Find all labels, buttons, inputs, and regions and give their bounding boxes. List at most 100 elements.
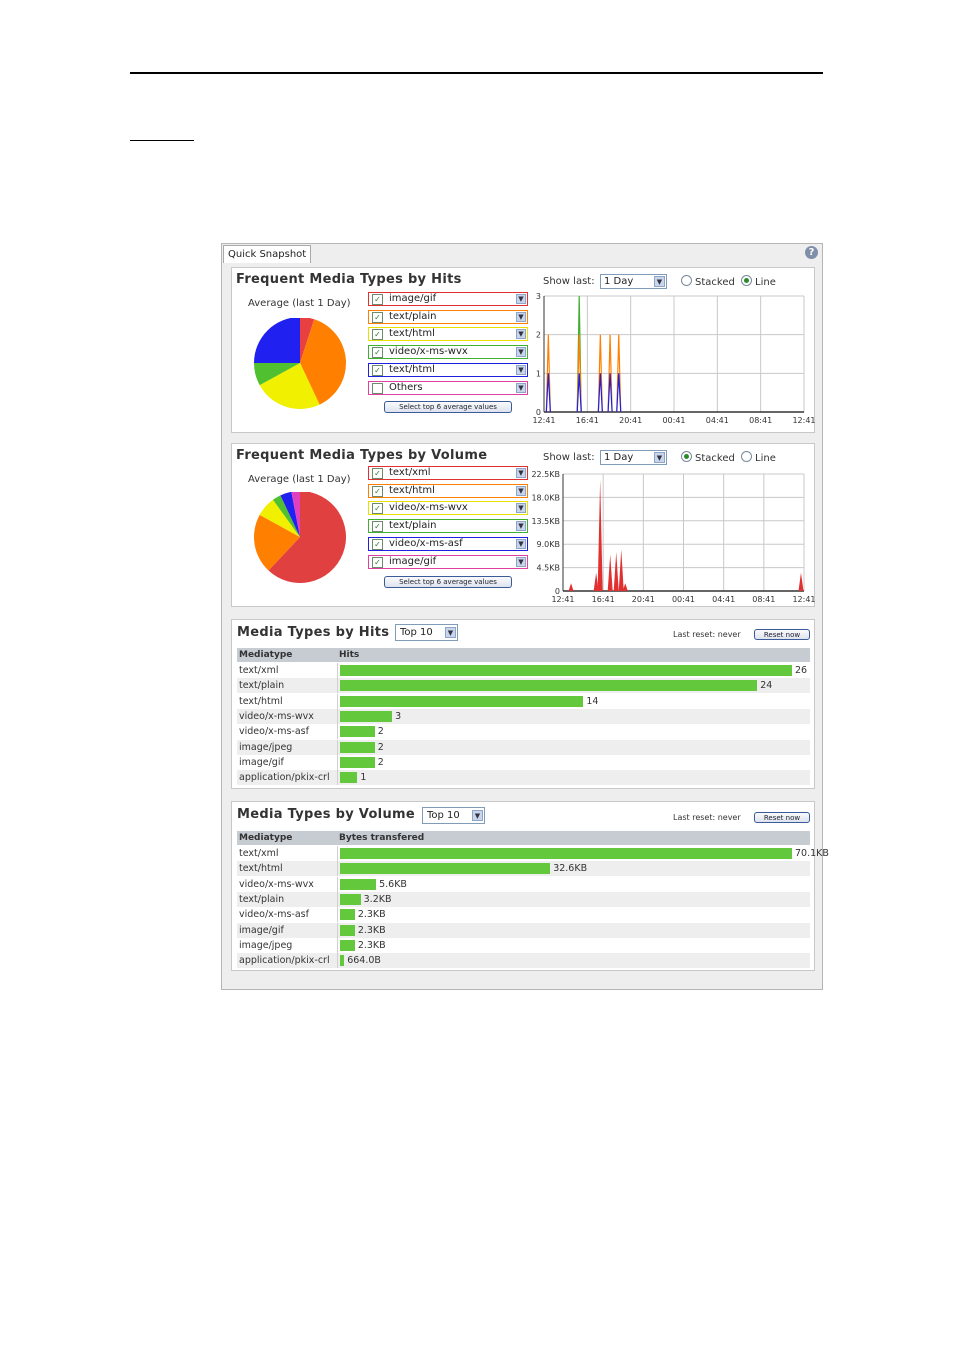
checkbox-checked-icon[interactable]: ✓ [372,347,383,359]
chevron-down-icon: ▼ [516,468,526,478]
volume-table-header: Mediatype Bytes transfered [237,831,810,845]
hits-table-row: image/gif 2 [237,754,810,770]
hits-row-mediatype: text/html [239,695,283,707]
hits-series-select[interactable]: ✓ image/gif ▼ [368,292,528,306]
volume-row-mediatype: application/pkix-crl [239,955,330,967]
volume-x-tick: 20:41 [632,595,655,604]
volume-series-select[interactable]: ✓ image/gif ▼ [368,554,528,569]
volume-show-last-label: Show last: [543,452,595,463]
volume-series-select[interactable]: ✓ video/x-ms-wvx ▼ [368,501,528,516]
checkbox-checked-icon[interactable]: ✓ [372,364,383,376]
hits-table-header: Mediatype Hits [237,648,810,662]
volume-area-chart: 12:41 16:41 20:41 00:41 04:41 08:41 12:4104.5K… [532,470,816,604]
hits-line-chart: 12:41 16:41 20:41 00:41 04:41 08:41 12:410123 [532,292,815,425]
volume-row-value: 2.3KB [357,909,386,921]
volume-select-top-button[interactable]: Select top 6 average values [384,576,512,588]
hits-series-select[interactable]: ✓ text/plain ▼ [368,309,528,324]
hits-row-value: 3 [395,710,402,722]
volume-row-value: 2.3KB [357,939,386,951]
hits-series-select[interactable]: ✓ text/html ▼ [368,362,528,377]
hits-col-hits: Hits [339,650,360,660]
volume-last-reset: Last reset: never [673,813,741,822]
tab-quick-snapshot[interactable]: Quick Snapshot [223,245,312,263]
hits-x-tick: 12:41 [532,416,555,425]
hits-table-row: text/plain 24 [237,678,810,694]
hits-row-bar [340,772,358,784]
volume-row-bar [340,955,345,967]
volume-table-panel: Media Types by Volume Top 10 ▼ Last reset… [231,801,829,971]
volume-series-select[interactable]: ✓ text/plain ▼ [368,519,528,534]
volume-series-spike [607,554,613,591]
chevron-down-icon: ▼ [516,329,526,340]
hits-series-select[interactable]: ✓ video/x-ms-wvx ▼ [368,345,528,360]
hits-line-label: Line [755,277,776,288]
volume-series-label: text/xml [389,467,431,478]
radio-selected-icon [741,275,752,286]
volume-y-tick: 9.0KB [537,540,560,549]
chevron-down-icon: ▼ [516,382,526,393]
volume-y-tick: 4.5KB [537,564,560,573]
volume-table-row: application/pkix-crl 664.0B [237,953,810,969]
volume-row-value: 70.1KB [795,848,829,859]
column-divider [337,891,338,907]
hits-line-radio[interactable]: Line [741,275,776,288]
checkbox-icon[interactable] [372,382,383,394]
checkbox-checked-icon[interactable]: ✓ [372,521,383,533]
checkbox-checked-icon[interactable]: ✓ [372,294,383,305]
volume-row-mediatype: text/plain [239,893,285,905]
column-divider [337,663,338,678]
hits-select-top-button[interactable]: Select top 6 average values [384,401,512,413]
volume-series-select[interactable]: ✓ text/html ▼ [368,483,528,498]
volume-reset-button[interactable]: Reset now [754,812,810,823]
hits-row-bar [340,756,375,768]
checkbox-checked-icon[interactable]: ✓ [372,311,383,323]
column-divider [337,861,338,877]
checkbox-checked-icon[interactable]: ✓ [372,538,383,550]
hits-x-tick: 12:41 [792,416,815,425]
checkbox-checked-icon[interactable]: ✓ [372,485,383,497]
volume-row-value: 5.6KB [379,878,407,890]
hits-col-mediatype: Mediatype [239,650,293,660]
volume-show-last-value: 1 Day [604,452,634,463]
hits-series-label: text/html [389,363,435,375]
checkbox-checked-icon[interactable]: ✓ [372,329,383,341]
column-divider [337,876,338,892]
volume-x-tick: 12:41 [792,595,815,604]
column-divider [337,724,338,740]
volume-series-select[interactable]: ✓ text/xml ▼ [368,466,528,480]
column-divider [337,739,338,755]
hits-y-tick: 1 [536,369,541,378]
hits-row-bar [340,741,375,753]
volume-table-row: text/plain 3.2KB [237,891,810,907]
volume-series-select[interactable]: ✓ video/x-ms-asf ▼ [368,536,528,551]
checkbox-checked-icon[interactable]: ✓ [372,503,383,515]
chevron-down-icon: ▼ [516,347,526,358]
hits-series-select[interactable]: ✓ text/html ▼ [368,327,528,342]
hits-row-bar [340,680,758,692]
hits-row-mediatype: image/jpeg [239,741,293,753]
hits-row-value: 26 [795,665,808,676]
hits-x-tick: 00:41 [662,416,685,425]
hits-row-value: 24 [760,680,773,692]
help-icon[interactable]: ? [805,246,818,259]
checkbox-checked-icon[interactable]: ✓ [372,468,383,479]
hits-show-last-select[interactable]: 1 Day ▼ [600,274,667,289]
hits-reset-button[interactable]: Reset now [754,629,810,640]
volume-line-radio[interactable]: Line [741,451,776,464]
hits-stacked-radio[interactable]: Stacked [681,275,735,288]
checkbox-checked-icon[interactable]: ✓ [372,556,383,568]
radio-selected-icon [681,451,692,462]
hits-panel: Frequent Media Types by Hits Average (la… [231,267,816,433]
volume-stacked-radio[interactable]: Stacked [681,451,735,464]
hits-y-tick: 0 [536,408,541,417]
hits-series-select[interactable]: Others ▼ [368,380,528,395]
volume-row-bar [340,878,377,890]
volume-x-tick: 04:41 [712,595,735,604]
volume-series-spike [622,583,628,591]
hits-top-select[interactable]: Top 10 ▼ [395,624,458,641]
volume-row-value: 3.2KB [363,893,392,905]
volume-show-last-select[interactable]: 1 Day ▼ [600,450,667,465]
volume-stacked-label: Stacked [695,453,735,464]
hits-y-tick: 2 [536,331,541,340]
volume-top-select[interactable]: Top 10 ▼ [422,807,485,824]
